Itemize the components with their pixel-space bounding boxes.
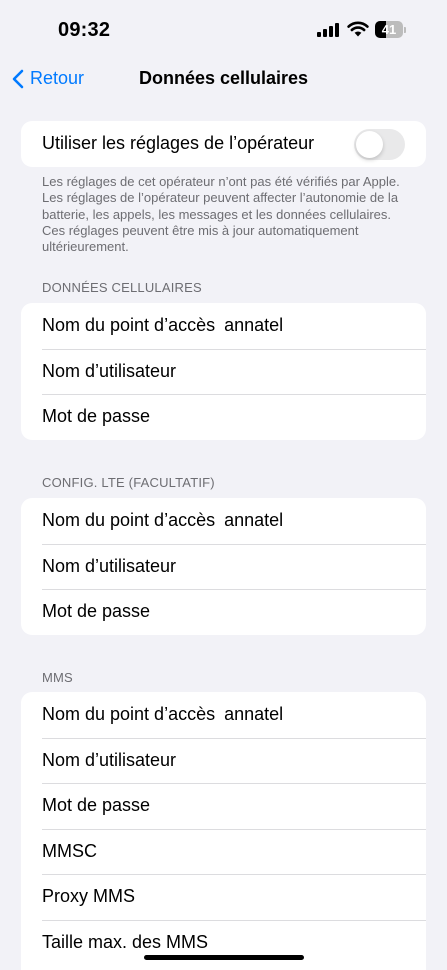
mms-username-row[interactable]: Nom d’utilisateur [21, 737, 426, 784]
row-label: Nom d’utilisateur [42, 555, 177, 576]
section-header-cellular-data: DONNÉES CELLULAIRES [42, 280, 202, 295]
navigation-bar: Retour Données cellulaires [0, 60, 447, 100]
carrier-settings-row: Utiliser les réglages de l’opérateur [21, 121, 426, 167]
row-label: MMSC [42, 840, 97, 861]
status-time: 09:32 [58, 19, 111, 41]
home-indicator[interactable] [144, 955, 304, 960]
carrier-settings-card: Utiliser les réglages de l’opérateur [21, 121, 426, 167]
mmsc-row[interactable]: MMSC [21, 828, 426, 875]
lte-apn-row[interactable]: Nom du point d’accès annatel [21, 498, 426, 544]
row-label: Nom d’utilisateur [42, 360, 177, 381]
battery-icon: 41 [375, 21, 406, 38]
row-label: Nom du point d’accès [42, 704, 216, 725]
carrier-settings-footnote: Les réglages de cet opérateur n’ont pas … [42, 174, 400, 255]
row-label: Mot de passe [42, 795, 151, 816]
cellular-apn-value[interactable]: annatel [224, 315, 283, 336]
mms-apn-row[interactable]: Nom du point d’accès annatel [21, 692, 426, 738]
row-label: Nom d’utilisateur [42, 749, 177, 770]
row-label: Nom du point d’accès [42, 510, 216, 531]
cellular-username-row[interactable]: Nom d’utilisateur [21, 348, 426, 395]
wifi-icon [347, 21, 369, 37]
cellular-apn-row[interactable]: Nom du point d’accès annatel [21, 303, 426, 349]
cellular-data-card: Nom du point d’accès annatel Nom d’utili… [21, 303, 426, 440]
section-header-lte: CONFIG. LTE (FACULTATIF) [42, 475, 215, 490]
page-title: Données cellulaires [138, 68, 309, 88]
lte-config-card: Nom du point d’accès annatel Nom d’utili… [21, 498, 426, 635]
mms-proxy-row[interactable]: Proxy MMS [21, 874, 426, 920]
status-bar: 09:32 41 [0, 0, 447, 60]
row-label: Proxy MMS [42, 886, 136, 907]
section-header-mms: MMS [42, 670, 73, 685]
battery-percent: 41 [381, 22, 397, 37]
mms-password-row[interactable]: Mot de passe [21, 783, 426, 829]
mms-card: Nom du point d’accès annatel Nom d’utili… [21, 692, 426, 970]
row-label: Taille max. des MMS [42, 931, 209, 952]
carrier-settings-label: Utiliser les réglages de l’opérateur [42, 133, 315, 154]
lte-password-row[interactable]: Mot de passe [21, 589, 426, 635]
lte-apn-value[interactable]: annatel [224, 510, 283, 531]
cellular-signal-icon [317, 23, 341, 37]
row-label: Nom du point d’accès [42, 315, 216, 336]
row-label: Mot de passe [42, 601, 151, 622]
carrier-settings-toggle[interactable] [354, 129, 405, 160]
mms-apn-value[interactable]: annatel [224, 704, 283, 725]
row-label: Mot de passe [42, 406, 151, 427]
lte-username-row[interactable]: Nom d’utilisateur [21, 543, 426, 590]
cellular-password-row[interactable]: Mot de passe [21, 394, 426, 440]
